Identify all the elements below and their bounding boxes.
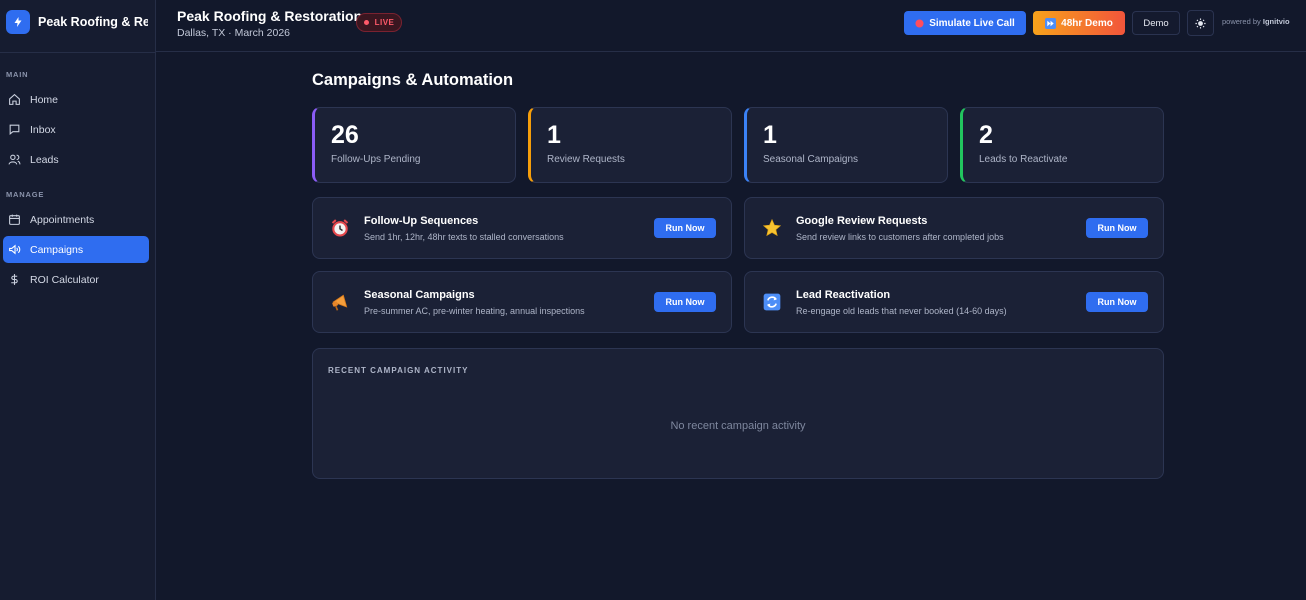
stat-value: 1 xyxy=(547,121,561,149)
live-dot-icon xyxy=(363,20,369,25)
automation-card-lead-reactivation: Lead Reactivation Re-engage old leads th… xyxy=(744,271,1164,333)
automation-description: Send 1hr, 12hr, 48hr texts to stalled co… xyxy=(364,232,564,242)
users-icon xyxy=(8,154,21,165)
automation-title: Follow-Up Sequences xyxy=(364,215,479,227)
sidebar-item-label: Campaigns xyxy=(30,243,84,256)
automation-title: Seasonal Campaigns xyxy=(364,289,475,301)
automation-title: Lead Reactivation xyxy=(796,289,891,301)
calendar-icon xyxy=(9,214,20,225)
stat-label: Follow-Ups Pending xyxy=(331,154,421,165)
run-now-button[interactable]: Run Now xyxy=(1086,292,1148,312)
sidebar-item-label: ROI Calculator xyxy=(30,273,99,286)
top-header: Peak Roofing & Restoration Dallas, TX · … xyxy=(156,0,1306,52)
run-now-button[interactable]: Run Now xyxy=(1086,218,1148,238)
sidebar-item-roi-calculator[interactable]: ROI Calculator xyxy=(3,266,149,293)
stat-label: Seasonal Campaigns xyxy=(763,154,859,165)
section-main-label: MAIN xyxy=(6,70,29,79)
megaphone-icon xyxy=(332,294,348,311)
simulate-live-call-button[interactable]: Simulate Live Call xyxy=(904,11,1026,35)
home-icon xyxy=(9,93,20,105)
refresh-icon xyxy=(763,293,781,311)
stat-card-review-requests: 1 Review Requests xyxy=(528,107,732,183)
sidebar-item-label: Inbox xyxy=(30,123,56,136)
powered-by-brand[interactable]: Ignitvio xyxy=(1263,17,1290,26)
stat-card-follow-ups: 26 Follow-Ups Pending xyxy=(312,107,516,183)
activity-empty-state: No recent campaign activity xyxy=(670,420,806,432)
automation-card-google-review-requests: Google Review Requests Send review links… xyxy=(744,197,1164,259)
stat-card-seasonal-campaigns: 1 Seasonal Campaigns xyxy=(744,107,948,183)
sidebar-item-label: Leads xyxy=(30,153,59,166)
inbox-icon xyxy=(9,124,20,135)
sidebar-divider xyxy=(0,52,155,53)
recent-campaign-activity-panel: RECENT CAMPAIGN ACTIVITY No recent campa… xyxy=(312,348,1164,479)
section-manage-label: MANAGE xyxy=(6,190,45,199)
sidebar-item-inbox[interactable]: Inbox xyxy=(3,116,149,143)
powered-by-text: powered by xyxy=(1222,17,1261,26)
48hr-demo-button[interactable]: 48hr Demo xyxy=(1033,11,1125,35)
stat-value: 1 xyxy=(763,121,777,149)
stat-label: Review Requests xyxy=(547,154,625,165)
page-title: Campaigns & Automation xyxy=(312,71,514,89)
automation-card-seasonal-campaigns: Seasonal Campaigns Pre-summer AC, pre-wi… xyxy=(312,271,732,333)
live-badge: LIVE xyxy=(356,13,402,32)
stat-card-leads-to-reactivate: 2 Leads to Reactivate xyxy=(960,107,1164,183)
live-badge-label: LIVE xyxy=(374,18,395,27)
megaphone-icon xyxy=(9,244,21,255)
simulate-live-call-label: Simulate Live Call xyxy=(929,17,1015,29)
sidebar-item-campaigns[interactable]: Campaigns xyxy=(3,236,149,263)
stat-value: 26 xyxy=(331,121,359,149)
page-header-title: Peak Roofing & Restoration xyxy=(177,8,363,24)
automation-card-follow-up-sequences: Follow-Up Sequences Send 1hr, 12hr, 48hr… xyxy=(312,197,732,259)
sidebar: Peak Roofing & Restoration MAIN Home Inb… xyxy=(0,0,156,600)
automation-description: Pre-summer AC, pre-winter heating, annua… xyxy=(364,306,585,316)
theme-toggle-button[interactable] xyxy=(1187,10,1214,36)
sidebar-item-leads[interactable]: Leads xyxy=(3,146,149,173)
stat-label: Leads to Reactivate xyxy=(979,154,1068,165)
run-now-button[interactable]: Run Now xyxy=(654,292,716,312)
brand[interactable]: Peak Roofing & Restoration xyxy=(0,0,155,44)
demo-button[interactable]: Demo xyxy=(1132,11,1180,35)
sidebar-item-label: Appointments xyxy=(30,213,95,226)
automation-description: Re-engage old leads that never booked (1… xyxy=(796,306,1007,316)
dollar-icon xyxy=(11,274,18,285)
automation-title: Google Review Requests xyxy=(796,215,928,227)
fast-forward-icon xyxy=(1045,17,1057,29)
alarm-clock-icon xyxy=(331,219,349,237)
page-header-subtitle: Dallas, TX · March 2026 xyxy=(177,27,291,39)
activity-heading: RECENT CAMPAIGN ACTIVITY xyxy=(328,366,469,375)
sidebar-item-home[interactable]: Home xyxy=(3,86,149,113)
sun-icon xyxy=(1195,17,1206,29)
powered-by: powered by Ignitvio xyxy=(1222,17,1290,26)
48hr-demo-label: 48hr Demo xyxy=(1061,17,1113,29)
run-now-button[interactable]: Run Now xyxy=(654,218,716,238)
star-icon xyxy=(762,218,782,237)
lightning-icon xyxy=(6,10,30,34)
record-icon xyxy=(915,18,924,28)
sidebar-item-label: Home xyxy=(30,93,59,106)
sidebar-item-appointments[interactable]: Appointments xyxy=(3,206,149,233)
brand-name: Peak Roofing & Restoration xyxy=(38,15,148,29)
automation-description: Send review links to customers after com… xyxy=(796,232,1004,242)
stat-value: 2 xyxy=(979,121,993,149)
